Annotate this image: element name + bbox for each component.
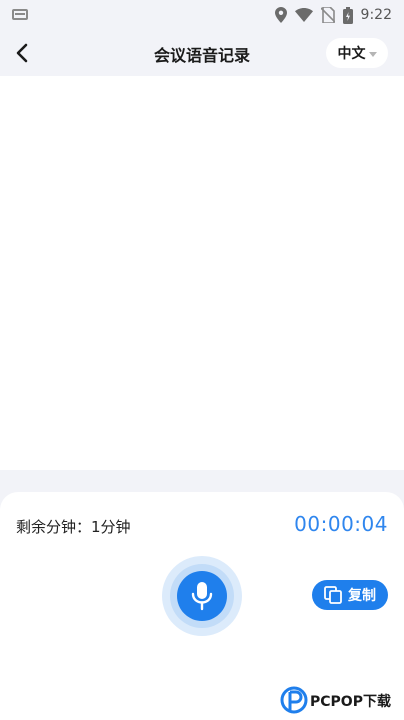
wifi-icon bbox=[294, 8, 313, 22]
no-sim-icon bbox=[320, 7, 335, 23]
pcpop-watermark: PCPOP下载 bbox=[280, 682, 404, 718]
record-button-core bbox=[177, 571, 227, 621]
copy-label: 复制 bbox=[348, 588, 376, 604]
language-label: 中文 bbox=[337, 46, 366, 62]
caret-down-icon bbox=[368, 51, 377, 57]
status-bar: 9:22 bbox=[0, 0, 404, 30]
app-header: 会议语音记录 中文 bbox=[0, 30, 404, 76]
keyboard-icon bbox=[12, 9, 28, 20]
record-button-ring bbox=[170, 564, 234, 628]
microphone-icon bbox=[191, 582, 213, 611]
battery-icon bbox=[342, 6, 353, 24]
transcript-area[interactable] bbox=[0, 76, 404, 470]
remaining-minutes: 剩余分钟：1分钟 bbox=[16, 518, 131, 536]
pcpop-logo: PCPOP下载 bbox=[280, 686, 391, 714]
language-select[interactable]: 中文 bbox=[326, 38, 388, 68]
elapsed-timer: 00:00:04 bbox=[294, 512, 388, 536]
status-time: 9:22 bbox=[360, 7, 392, 23]
status-icons: 9:22 bbox=[274, 5, 392, 25]
copy-icon bbox=[324, 586, 342, 604]
record-button[interactable] bbox=[162, 556, 242, 636]
svg-text:PCPOP下载: PCPOP下载 bbox=[310, 693, 391, 710]
location-icon bbox=[274, 7, 287, 23]
copy-button[interactable]: 复制 bbox=[312, 580, 388, 610]
